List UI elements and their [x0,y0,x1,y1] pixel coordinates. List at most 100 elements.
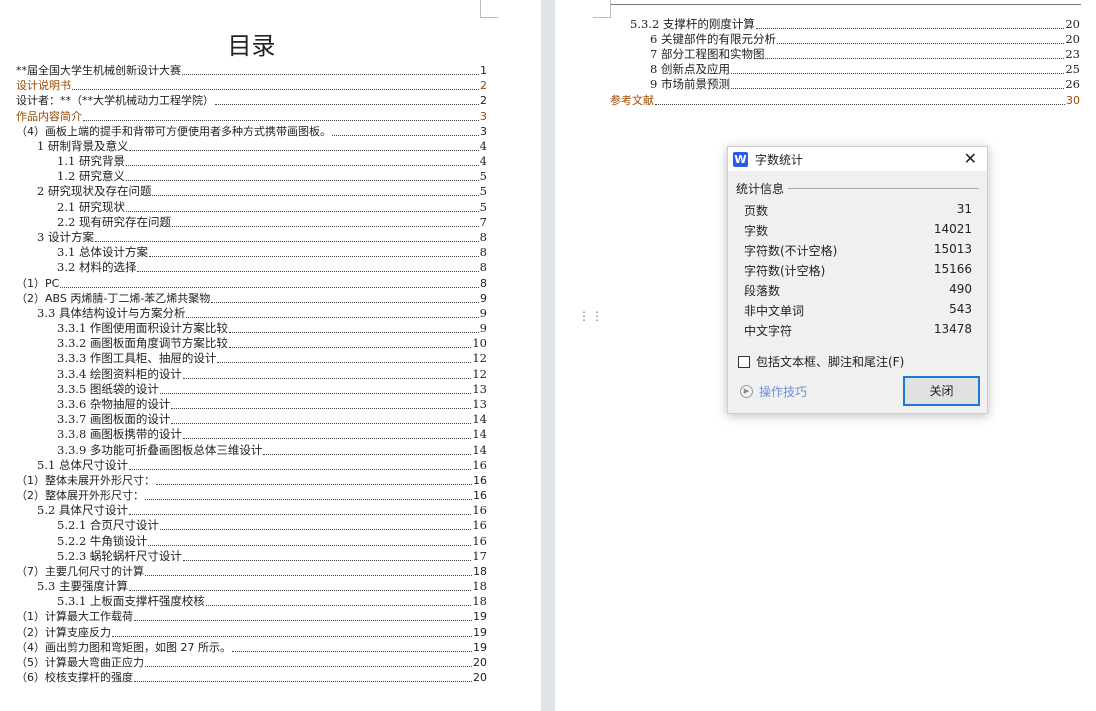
dot-leader [145,666,472,668]
dot-leader [148,544,472,546]
toc-entry[interactable]: （7）主要几何尺寸的计算 18 [16,564,487,579]
toc-entry-label: 5.1 总体尺寸设计 [37,457,128,472]
dot-leader [182,377,472,379]
toc-entry[interactable]: 5.3.2 支撑杆的刚度计算 20 [630,17,1080,32]
dot-leader [94,240,479,242]
toc-page-number: 12 [472,351,487,366]
toc-entry-label: 5.3.1 上板面支撑杆强度校核 [57,594,205,609]
drag-handle-icon[interactable]: ⋮⋮ [578,310,604,322]
toc-entry[interactable]: 5.2.2 牛角锁设计 16 [57,534,487,549]
dialog-titlebar[interactable]: W 字数统计 ✕ [728,147,987,171]
toc-entry[interactable]: 5.3.1 上板面支撑杆强度校核 18 [57,594,487,609]
toc-page-number: 7 [479,214,487,229]
toc-entry[interactable]: 1.1 研究背景 4 [57,154,487,169]
dot-leader [128,514,472,516]
group-label: 统计信息 [736,182,785,196]
word-count-dialog: W 字数统计 ✕ 统计信息 页数 31 字数 14021 字符数(不计空格) 15013 字… [727,146,988,414]
toc-entry[interactable]: （6）校核支撑杆的强度 20 [16,670,487,685]
toc-page-number: 18 [472,579,487,594]
toc-entry[interactable]: 1 研制背景及意义 4 [37,139,487,154]
toc-entry[interactable]: 3.1 总体设计方案 8 [57,245,487,260]
toc-page-number: 12 [472,366,487,381]
toc-entry[interactable]: 3.3.7 画图板面的设计 14 [57,412,487,427]
dot-leader [145,574,472,576]
stat-row: 页数 31 [744,202,972,219]
dot-leader [232,650,472,652]
toc-entry[interactable]: （2）ABS 丙烯腈-丁二烯-苯乙烯共聚物 9 [16,291,487,306]
toc-entry[interactable]: 设计者：**（**大学机械动力工程学院） 2 [16,93,487,108]
toc-entry-label: 5.3 主要强度计算 [37,579,128,594]
toc-entry-label: 2.1 研究现状 [57,199,125,214]
dot-leader [765,58,1065,60]
toc-entry[interactable]: 6 关键部件的有限元分析 20 [650,32,1080,47]
toc-page-number: 19 [473,640,487,654]
dot-leader [263,453,472,455]
close-button[interactable]: 关闭 [903,376,980,406]
toc-entry[interactable]: 5.3 主要强度计算 18 [37,579,487,594]
toc-entry[interactable]: 3.3.9 多功能可折叠画图板总体三维设计 14 [57,443,487,458]
dot-leader [125,165,479,167]
toc-entry-label: 3.1 总体设计方案 [57,245,148,260]
dot-leader [332,134,479,136]
toc-entry[interactable]: 7 部分工程图和实物图 23 [650,47,1080,62]
dot-leader [217,362,472,364]
dot-leader [171,423,472,425]
toc-entry[interactable]: 3.2 材料的选择 8 [57,260,487,275]
dot-leader [134,681,472,683]
toc-entry[interactable]: 3.3 具体结构设计与方案分析 9 [37,306,487,321]
toc-entry[interactable]: **届全国大学生机械创新设计大赛 1 [16,63,487,78]
toc-entry[interactable]: （5）计算最大弯曲正应力 20 [16,655,487,670]
toc-page-number: 2 [480,79,487,93]
toc-page-number: 9 [479,305,487,320]
toc-entry[interactable]: （4）画出剪力图和弯矩图，如图 27 所示。 19 [16,640,487,655]
stat-row: 字数 14021 [744,222,972,239]
stat-label: 页数 [744,204,769,218]
toc-entry[interactable]: 5.2.1 合页尺寸设计 16 [57,518,487,533]
toc-entry-label: 2.2 现有研究存在问题 [57,214,171,229]
dot-leader [112,635,472,637]
toc-entry[interactable]: 3.3.4 绘图资料柜的设计 12 [57,367,487,382]
toc-entry[interactable]: 2.2 现有研究存在问题 7 [57,215,487,230]
toc-entry[interactable]: （2）计算支座反力 19 [16,625,487,640]
toc-entry[interactable]: 5.2 具体尺寸设计 16 [37,503,487,518]
toc-entry[interactable]: 5.1 总体尺寸设计 16 [37,458,487,473]
toc-entry[interactable]: 5.2.3 蜗轮蜗杆尺寸设计 17 [57,549,487,564]
toc-entry-label: 5.2.1 合页尺寸设计 [57,518,159,533]
toc-entry[interactable]: 2.1 研究现状 5 [57,200,487,215]
toc-entry[interactable]: 3.3.2 画图板面角度调节方案比较 10 [57,336,487,351]
toc-entry-label: 3.3.7 画图板面的设计 [57,412,171,427]
tips-link[interactable]: ▶ 操作技巧 [740,383,807,400]
dot-leader [159,392,472,394]
toc-entry[interactable]: 8 创新点及应用 25 [650,62,1080,77]
toc-entry[interactable]: 设计说明书 2 [16,78,487,93]
toc-page-number: 9 [480,291,487,305]
toc-entry[interactable]: 作品内容简介 3 [16,109,487,124]
toc-entry[interactable]: 3.3.8 画图板携带的设计 14 [57,427,487,442]
checkbox-icon[interactable] [738,355,750,368]
toc-entry[interactable]: （4）画板上端的提手和背带可方便使用者多种方式携带画图板。 3 [16,124,487,139]
close-icon[interactable]: ✕ [964,149,977,168]
toc-entry-label: 3.3.8 画图板携带的设计 [57,427,182,442]
include-textbox-checkbox[interactable]: 包括文本框、脚注和尾注(F) [738,353,904,370]
toc-entry[interactable]: （1）PC 8 [16,276,487,291]
toc-entry-label: 5.2.2 牛角锁设计 [57,533,148,548]
toc-page-number: 13 [472,381,487,396]
dot-leader [228,347,472,349]
toc-entry[interactable]: 3 设计方案 8 [37,230,487,245]
toc-entry[interactable]: 3.3.3 作图工具柜、抽屉的设计 12 [57,351,487,366]
toc-entry[interactable]: （1）整体未展开外形尺寸： 16 [16,473,487,488]
toc-page-number: 19 [473,625,487,639]
toc-entry[interactable]: 9 市场前景预测 26 [650,77,1080,92]
stat-value: 15013 [933,242,972,256]
toc-entry[interactable]: 1.2 研究意义 5 [57,169,487,184]
toc-entry[interactable]: 参考文献 30 [610,93,1080,108]
toc-entry[interactable]: 3.3.6 杂物抽屉的设计 13 [57,397,487,412]
stat-label: 字符数(计空格) [744,264,826,278]
toc-entry[interactable]: 3.3.5 图纸袋的设计 13 [57,382,487,397]
dot-leader [83,119,479,121]
toc-entry[interactable]: （1）计算最大工作载荷 19 [16,609,487,624]
toc-entry[interactable]: （2）整体展开外形尺寸： 16 [16,488,487,503]
toc-entry[interactable]: 2 研究现状及存在问题 5 [37,184,487,199]
toc-entry[interactable]: 3.3.1 作图使用面积设计方案比较 9 [57,321,487,336]
toc-entry-label: （2）ABS 丙烯腈-丁二烯-苯乙烯共聚物 [16,291,211,305]
